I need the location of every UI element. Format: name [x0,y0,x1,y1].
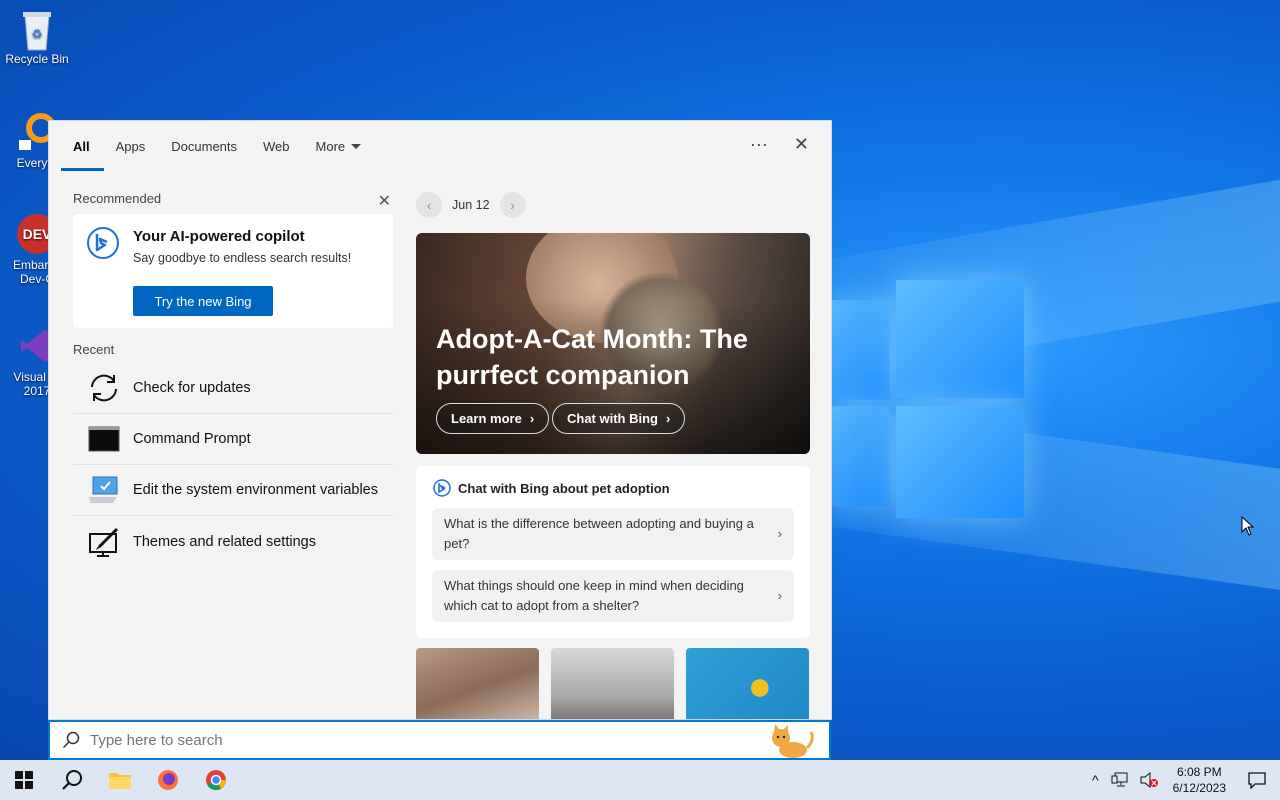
search-input[interactable] [90,731,690,749]
bing-chat-icon [433,479,451,497]
recent-item-label: Edit the system environment variables [133,482,378,498]
tab-more[interactable]: More [316,121,362,171]
taskbar-file-explorer[interactable] [96,760,144,800]
chevron-right-icon: › [777,526,782,541]
recent-list: Check for updates Command Prompt Edit th… [73,363,393,567]
tab-web[interactable]: Web [263,121,290,171]
refresh-icon [87,371,121,405]
taskbar-clock[interactable]: 6:08 PM 6/12/2023 [1173,764,1226,796]
thumbnail-cat-lying[interactable] [416,648,539,719]
copilot-text: Say goodbye to endless search results! [133,251,352,265]
search-panel: All Apps Documents Web More ··· ✕ Recomm… [48,120,832,720]
recent-item-label: Command Prompt [133,431,251,447]
tab-documents[interactable]: Documents [171,121,237,171]
chat-with-bing-button[interactable]: Chat with Bing › [552,403,686,434]
recent-item-env-variables[interactable]: Edit the system environment variables [73,465,393,516]
chat-with-bing-label: Chat with Bing [567,411,658,426]
windows-logo-wallpaper [830,280,1030,520]
clock-time: 6:08 PM [1176,765,1222,779]
tab-more-label: More [315,138,346,154]
search-bar[interactable] [48,720,831,760]
recent-item-label: Themes and related settings [133,533,316,550]
recent-item-check-updates[interactable]: Check for updates [73,363,393,414]
chat-question-text: What is the difference between adopting … [444,516,754,551]
desktop-icon-recycle-bin[interactable]: ♻ Recycle Bin [2,8,72,66]
taskbar-search-button[interactable] [48,760,96,800]
chevron-right-icon: › [529,411,535,426]
news-hero-card[interactable]: Adopt-A-Cat Month: The purrfect companio… [416,233,810,454]
chevron-right-icon[interactable]: › [499,192,526,218]
computer-icon [87,473,121,507]
recent-title: Recent [73,342,115,357]
right-column: ‹ Jun 12 › Adopt-A-Cat Month: The purrfe… [416,191,810,719]
chrome-icon [206,770,227,791]
recent-item-themes[interactable]: Themes and related settings [73,516,393,567]
volume-muted-icon[interactable] [1139,772,1159,788]
search-icon [62,731,80,749]
recent-item-label: Check for updates [133,380,251,396]
try-new-bing-button[interactable]: Try the new Bing [133,286,273,316]
terminal-icon [87,422,121,456]
chat-question[interactable]: What things should one keep in mind when… [432,570,794,622]
firefox-icon [158,770,178,790]
news-date: Jun 12 [452,198,490,212]
search-tabs: All Apps Documents Web More ··· ✕ [49,121,831,171]
news-thumbnails [416,648,810,719]
bing-chat-icon [87,227,119,259]
recent-item-command-prompt[interactable]: Command Prompt [73,414,393,465]
mouse-cursor-icon [1241,516,1255,536]
chat-question[interactable]: What is the difference between adopting … [432,508,794,560]
system-tray: ^ 6:08 PM 6/12/2023 [1084,760,1280,800]
learn-more-button[interactable]: Learn more › [436,403,550,434]
chevron-down-icon [351,143,362,149]
taskbar: ^ 6:08 PM 6/12/2023 [0,760,1280,800]
chevron-right-icon: › [777,588,782,603]
left-column: Recommended ✕ Your AI-powered copilot Sa… [73,191,393,567]
tab-apps[interactable]: Apps [116,121,146,171]
dismiss-recommended-icon[interactable]: ✕ [378,191,391,211]
copilot-card: Your AI-powered copilot Say goodbye to e… [73,214,393,328]
svg-text:♻: ♻ [32,27,43,41]
learn-more-label: Learn more [451,411,522,426]
chat-question-text: What things should one keep in mind when… [444,578,744,613]
start-button[interactable] [0,760,48,800]
ellipsis-icon[interactable]: ··· [750,134,768,155]
taskbar-chrome[interactable] [192,760,240,800]
network-icon[interactable] [1111,772,1129,788]
tab-all[interactable]: All [61,121,103,171]
thumbnail-cat-window[interactable] [551,648,674,719]
chevron-right-icon: › [666,411,671,426]
close-icon[interactable]: ✕ [794,134,809,155]
taskbar-firefox[interactable] [144,760,192,800]
notification-icon[interactable] [1248,771,1266,789]
chevron-up-icon[interactable]: ^ [1092,772,1099,788]
bing-chat-card: Chat with Bing about pet adoption What i… [416,466,810,638]
cat-doodle-icon [772,724,814,758]
chevron-left-icon[interactable]: ‹ [416,192,442,218]
thumbnail-cat-toys[interactable] [686,648,809,719]
brush-icon [87,525,121,559]
recycle-bin-icon: ♻ [17,8,57,51]
folder-icon [109,773,131,789]
hero-headline: Adopt-A-Cat Month: The purrfect companio… [436,324,748,390]
search-icon [62,770,82,790]
recommended-title: Recommended [73,191,162,206]
clock-date: 6/12/2023 [1172,781,1226,795]
copilot-title: Your AI-powered copilot [133,228,305,245]
desktop-icon-label: Recycle Bin [5,52,69,66]
chat-card-title: Chat with Bing about pet adoption [458,480,670,496]
date-navigator: ‹ Jun 12 › [416,191,810,219]
windows-start-icon [15,771,33,789]
